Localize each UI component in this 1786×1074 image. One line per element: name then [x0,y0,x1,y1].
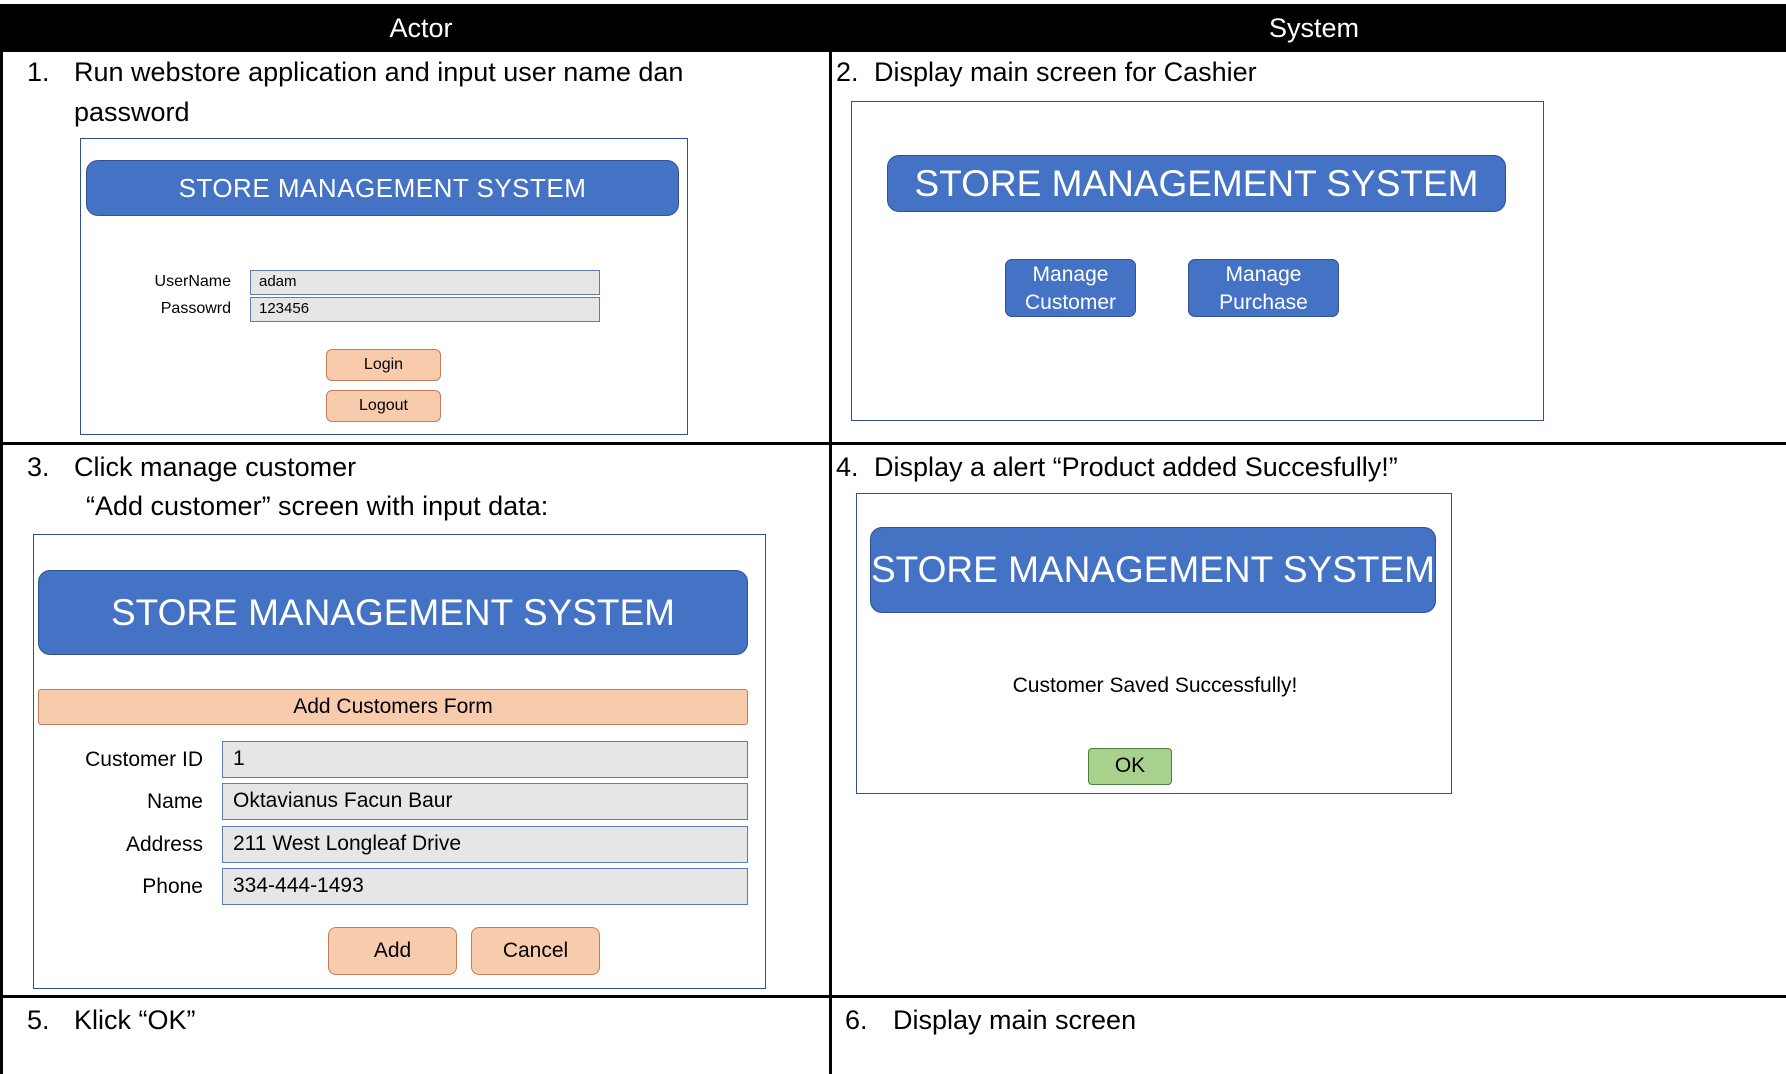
step-number: 1. [27,57,50,87]
step-number: 2. [836,57,859,87]
step-number: 3. [27,452,50,482]
step-4-text: 4. Display a alert “Product added Succesf… [836,447,1398,487]
row-divider-1 [0,442,1786,445]
manage-customer-button[interactable]: Manage Customer [1005,259,1136,317]
left-border [0,52,3,1074]
name-label: Name [146,790,203,813]
step-2-line: Display main screen for Cashier [874,57,1257,87]
step-3-line2: “Add customer” screen with input data: [86,491,549,521]
step-3-text-cont: “Add customer” screen with input data: [86,486,548,526]
address-label: Address [125,833,203,856]
password-label: Passowrd [160,300,231,317]
login-button[interactable]: Login [326,349,441,381]
password-field[interactable]: 123456 [250,297,600,322]
step-number: 6. [845,1005,868,1035]
add-customer-screen-mockup: STORE MANAGEMENT SYSTEM Add Customers Fo… [33,534,766,989]
alert-message: Customer Saved Successfully! [1012,674,1298,697]
logout-button[interactable]: Logout [326,390,441,422]
step-1-text: 1. Run webstore application and input use… [27,52,683,92]
alert-title-banner: STORE MANAGEMENT SYSTEM [870,527,1436,613]
step-number: 5. [27,1005,50,1035]
add-button[interactable]: Add [328,927,457,975]
username-label: UserName [154,273,231,290]
login-screen-mockup: STORE MANAGEMENT SYSTEM UserName adam Pa… [80,138,688,435]
cancel-button[interactable]: Cancel [471,927,600,975]
manage-purchase-line2: Purchase [1219,291,1308,314]
step-2-text: 2. Display main screen for Cashier [836,52,1257,92]
main-title-banner: STORE MANAGEMENT SYSTEM [887,155,1506,212]
step-3-text: 3. Click manage customer [27,447,356,487]
step-4-line: Display a alert “Product added Succesful… [874,452,1398,482]
phone-label: Phone [142,875,203,898]
name-field[interactable]: Oktavianus Facun Baur [222,783,748,820]
step-6-line: Display main screen [893,1005,1137,1035]
manage-customer-line2: Customer [1024,291,1117,314]
alert-screen-mockup: STORE MANAGEMENT SYSTEM Customer Saved S… [856,493,1452,794]
phone-field[interactable]: 334-444-1493 [222,868,748,905]
system-column-header: System [842,4,1786,52]
row-divider-2 [0,995,1786,998]
step-1-line1: Run webstore application and input user … [74,57,684,87]
address-field[interactable]: 211 West Longleaf Drive [222,826,748,863]
customer-id-label: Customer ID [85,748,203,771]
step-1-line2: password [74,97,190,127]
step-6-text: 6. Display main screen [845,1000,1136,1040]
manage-customer-line1: Manage [1032,263,1109,286]
actor-column-header: Actor [0,4,842,52]
step-5-line: Klick “OK” [74,1005,196,1035]
username-field[interactable]: adam [250,270,600,295]
step-5-text: 5. Klick “OK” [27,1000,196,1040]
customer-id-field[interactable]: 1 [222,741,748,778]
main-screen-mockup: STORE MANAGEMENT SYSTEM Manage Customer … [851,101,1544,421]
step-number: 4. [836,452,859,482]
add-customer-title-banner: STORE MANAGEMENT SYSTEM [38,570,748,655]
column-divider [829,52,832,1074]
step-1-text-cont: password [74,92,190,132]
manage-purchase-button[interactable]: Manage Purchase [1188,259,1339,317]
add-customers-form-title: Add Customers Form [38,689,748,725]
login-title-banner: STORE MANAGEMENT SYSTEM [86,160,679,216]
step-3-line1: Click manage customer [74,452,357,482]
ok-button[interactable]: OK [1088,748,1172,785]
manage-purchase-line1: Manage [1225,263,1302,286]
